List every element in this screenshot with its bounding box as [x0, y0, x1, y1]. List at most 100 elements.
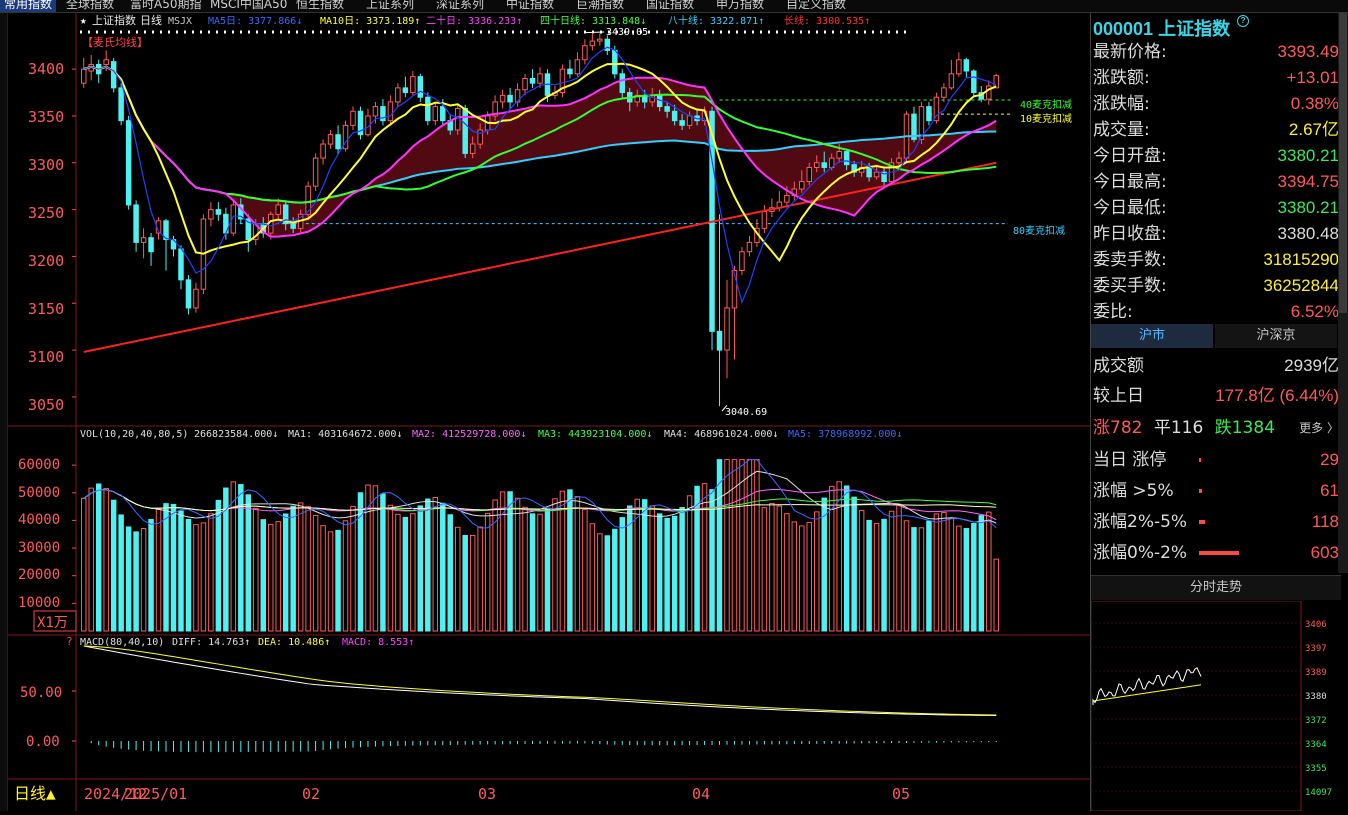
candle-body — [148, 237, 154, 253]
quote-value: 6.52% — [1290, 302, 1339, 321]
price-tick: 3100 — [28, 348, 64, 366]
breadth-row: 涨782 平116 跌1384 更多 〉 — [1093, 415, 1339, 441]
volume-bar — [866, 519, 872, 632]
candle-body — [462, 107, 468, 154]
volume-bar — [956, 525, 962, 632]
volume-bar — [814, 511, 820, 632]
index-tab[interactable]: 国证指数 — [646, 0, 694, 12]
date-tick: 2025/01 — [124, 785, 187, 803]
volume-bar — [776, 505, 783, 632]
volume-bar — [784, 513, 790, 632]
candle-body — [312, 157, 319, 187]
volume-bar — [417, 505, 424, 632]
mini-axis-tick: 3406 — [1305, 620, 1327, 630]
candle-body — [806, 166, 813, 183]
candle-body — [679, 120, 685, 126]
candle-body — [866, 166, 872, 178]
stat-bar — [1199, 551, 1239, 555]
index-tab[interactable]: 恒生指数 — [296, 0, 344, 12]
candle-body — [739, 251, 745, 271]
left-side-strip[interactable] — [0, 13, 8, 811]
tab-all-markets[interactable]: 沪深京 — [1215, 324, 1337, 348]
mini-axis-tick: 3355 — [1305, 764, 1327, 774]
volume-bar — [709, 489, 715, 632]
volume-bar — [80, 497, 87, 632]
period-toggle[interactable]: 日线▲ — [14, 784, 56, 803]
stat-label: 当日 涨停 — [1093, 450, 1167, 470]
index-tab[interactable]: 深证系列 — [436, 0, 484, 12]
kline-chart-area[interactable]: ★ 上证指数 日线 MSJX MA5日: 3377.866↓ MA10日: 33… — [8, 13, 1090, 811]
question-icon[interactable]: ? — [66, 635, 73, 648]
panel-scrollbar[interactable] — [1338, 13, 1348, 573]
vol-header-label: VOL(10,20,40,80,5) — [80, 429, 188, 440]
volume-bar — [679, 507, 685, 632]
intraday-chart[interactable]: 3406 3397 3389 3380 3372 3364 3355 14097 — [1091, 601, 1348, 811]
volume-bar — [941, 512, 947, 632]
volume-bar — [769, 502, 775, 632]
security-title[interactable]: 000001 上证指数 ? — [1093, 15, 1250, 41]
candle-body — [836, 151, 842, 159]
index-tab[interactable]: 申万指数 — [716, 0, 764, 12]
date-tick: 03 — [478, 785, 496, 803]
candle-body — [761, 210, 768, 229]
volume-bar — [701, 483, 708, 632]
volume-bar — [148, 518, 154, 632]
prev-day-label: 较上日 — [1093, 386, 1144, 406]
volume-bar — [828, 485, 835, 632]
volume-bar — [305, 505, 311, 632]
index-tab[interactable]: 常用指数 — [0, 0, 57, 12]
vol-tick: 10000 — [18, 595, 60, 611]
volume-bar — [312, 514, 319, 632]
index-tab[interactable]: 自定义指数 — [786, 0, 846, 12]
star-icon[interactable]: ★ — [80, 14, 87, 27]
candle-body — [716, 330, 723, 351]
volume-bar — [350, 505, 356, 632]
vol-readout: 266823584.000↓ — [194, 429, 278, 440]
candle-body — [133, 204, 139, 243]
quote-row: 最新价格: 3393.49 — [1093, 39, 1339, 65]
candle-body — [724, 307, 730, 351]
candle-body — [402, 87, 409, 94]
volume-bar — [335, 529, 341, 632]
tab-shanghai[interactable]: 沪市 — [1091, 324, 1213, 348]
vol-unit-label: X1万 — [37, 615, 68, 631]
more-link[interactable]: 更多 〉 — [1299, 415, 1339, 441]
candle-body — [612, 49, 618, 75]
candle-body — [821, 162, 827, 168]
volume-bar — [395, 513, 401, 632]
macd-header-label: MACD(80,40,10) — [80, 637, 164, 648]
index-tab[interactable]: 中证指数 — [506, 0, 554, 12]
volume-bar — [492, 499, 498, 632]
index-tab[interactable]: 全球指数 — [66, 0, 114, 12]
candle-body — [971, 70, 977, 94]
stat-bar — [1199, 520, 1205, 524]
index-tab[interactable]: 富时A50期指 — [130, 0, 201, 12]
index-tab[interactable]: MSCI中国A50 — [210, 0, 287, 12]
volume-bar — [260, 519, 266, 632]
volume-bar — [686, 495, 693, 632]
quote-value: 3380.21 — [1277, 198, 1339, 217]
candle-body — [208, 209, 214, 220]
long-ma-readout: 长线: 3300.535↑ — [784, 14, 870, 27]
macd-readout: MACD: 8.553↑ — [342, 637, 414, 648]
intraday-title[interactable]: 分时走势 — [1091, 575, 1341, 600]
index-tab[interactable]: 上证系列 — [366, 0, 414, 12]
scrollbar-thumb[interactable] — [1339, 13, 1347, 313]
diff-readout: DIFF: 14.763↑ — [172, 637, 250, 648]
candle-body — [784, 195, 790, 203]
kline-svg[interactable]: ★ 上证指数 日线 MSJX MA5日: 3377.866↓ MA10日: 33… — [8, 13, 1090, 811]
quote-label: 委比: — [1093, 302, 1133, 322]
turnover-value: 2939亿 — [1284, 356, 1339, 375]
stat-label: 涨幅2%-5% — [1093, 512, 1188, 532]
volume-bar — [537, 513, 543, 632]
vol-ma1-readout: MA1: 403164672.000↓ — [288, 429, 402, 440]
mini-axis-tick: 14097 — [1305, 788, 1332, 798]
macd-tick: 50.00 — [20, 685, 62, 701]
vol-ma4-readout: MA4: 468961024.000↓ — [664, 429, 778, 440]
index-tab[interactable]: 巨潮指数 — [576, 0, 624, 12]
info-icon[interactable]: ? — [1237, 15, 1250, 27]
volume-bar — [514, 497, 521, 632]
volume-bar — [567, 489, 573, 632]
volume-bar — [245, 494, 252, 632]
volume-bar — [612, 528, 618, 632]
